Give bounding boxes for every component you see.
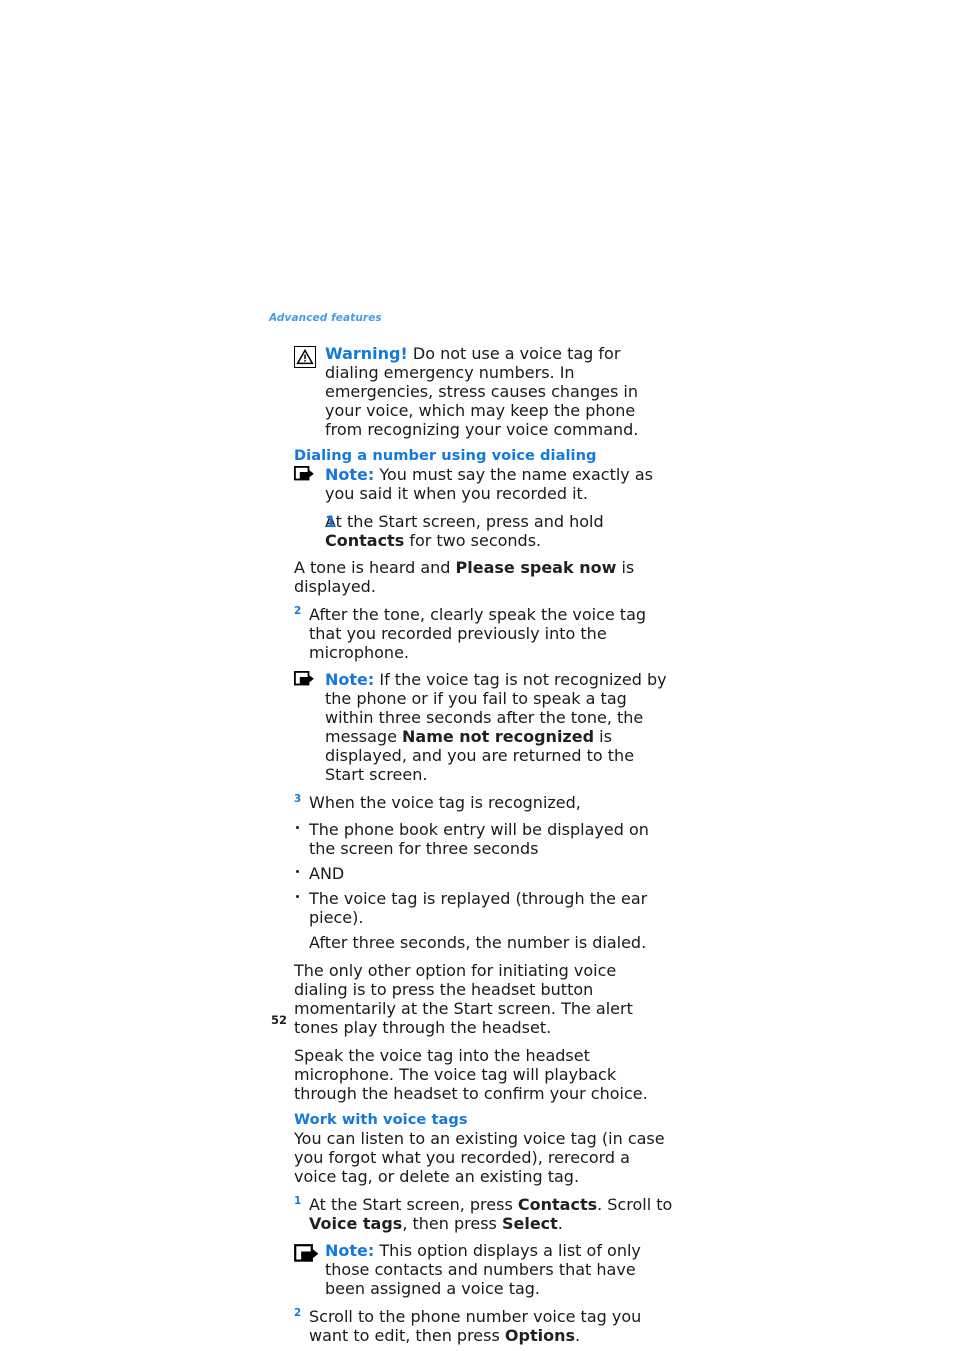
- note-arrow-icon: [293, 670, 317, 690]
- tone-heard-line: A tone is heard and Please speak now is …: [294, 558, 635, 596]
- inline-bold-options: Options: [504, 1326, 575, 1345]
- voice-tags-intro: You can listen to an existing voice tag …: [294, 1129, 665, 1186]
- bullet-text: The phone book entry will be displayed o…: [309, 820, 649, 858]
- note-label: Note:: [325, 670, 375, 689]
- inline-bold-please-speak-now: Please speak now: [455, 558, 617, 577]
- note-say-name-exactly: Note: You must say the name exactly as y…: [269, 465, 673, 503]
- step-text: Scroll to the phone number voice tag you…: [309, 1307, 642, 1345]
- note-name-not-recognized: Note: If the voice tag is not recognized…: [269, 670, 673, 784]
- bullet-item: The phone book entry will be displayed o…: [269, 820, 673, 858]
- note-label: Note:: [325, 1241, 375, 1260]
- inline-bold-name-not-recognized: Name not recognized: [402, 727, 595, 746]
- step-number: 1: [325, 512, 337, 531]
- inline-bold-select: Select: [501, 1214, 558, 1233]
- headset-paragraph-2: Speak the voice tag into the headset mic…: [294, 1046, 648, 1103]
- step-2-voice-dialing: 2 After the tone, clearly speak the voic…: [269, 605, 673, 662]
- step-text: After the tone, clearly speak the voice …: [309, 605, 647, 662]
- bullet-text: AND: [309, 864, 345, 883]
- page-number: 52: [271, 1013, 288, 1027]
- step-number: 2: [294, 1307, 302, 1319]
- bullet-dot-icon: [296, 895, 300, 899]
- step-number: 3: [294, 793, 302, 805]
- warning-label: Warning!: [325, 344, 408, 363]
- note-arrow-icon: [294, 1244, 322, 1267]
- bullet-item: The voice tag is replayed (through the e…: [269, 889, 673, 927]
- step-1-voice-tags: 1 At the Start screen, press Contacts. S…: [269, 1195, 673, 1233]
- note-label: Note:: [325, 465, 375, 484]
- step-number: 2: [294, 605, 302, 617]
- inline-bold-contacts: Contacts: [517, 1195, 598, 1214]
- note-voice-tag-list: Note: This option displays a list of onl…: [269, 1241, 673, 1298]
- headset-paragraph-1: The only other option for initiating voi…: [294, 961, 633, 1037]
- step-2-voice-tags: 2 Scroll to the phone number voice tag y…: [269, 1307, 673, 1345]
- note-arrow-icon: [293, 465, 317, 485]
- running-head: Advanced features: [269, 312, 382, 324]
- note-text: You must say the name exactly as you sai…: [325, 465, 653, 503]
- step-text: At the Start screen, press and hold Cont…: [325, 512, 604, 550]
- page-content: Warning! Do not use a voice tag for dial…: [269, 344, 673, 1351]
- step-number: 1: [294, 1195, 302, 1207]
- bullet-text: The voice tag is replayed (through the e…: [309, 889, 648, 927]
- warning-triangle-icon: [294, 346, 316, 368]
- bullet-item: AND: [269, 864, 673, 883]
- inline-bold-voice-tags: Voice tags: [309, 1214, 403, 1233]
- warning-notice: Warning! Do not use a voice tag for dial…: [269, 344, 673, 439]
- step-1-voice-dialing: 1 At the Start screen, press and hold Con…: [269, 512, 673, 550]
- bullet-dot-icon: [296, 870, 300, 874]
- step-text: When the voice tag is recognized,: [309, 793, 581, 812]
- step-text: At the Start screen, press Contacts. Scr…: [309, 1195, 673, 1233]
- step-3-voice-dialing: 3 When the voice tag is recognized,: [269, 793, 673, 812]
- document-page: Advanced features Warning! Do not use a …: [0, 0, 954, 1351]
- bullet-dot-icon: [296, 826, 300, 830]
- heading-dialing-a-number-using-voice-dialing: Dialing a number using voice dialing: [294, 447, 597, 464]
- inline-bold-contacts: Contacts: [325, 531, 405, 550]
- heading-work-with-voice-tags: Work with voice tags: [294, 1111, 468, 1128]
- after-three-seconds-line: After three seconds, the number is diale…: [309, 933, 647, 952]
